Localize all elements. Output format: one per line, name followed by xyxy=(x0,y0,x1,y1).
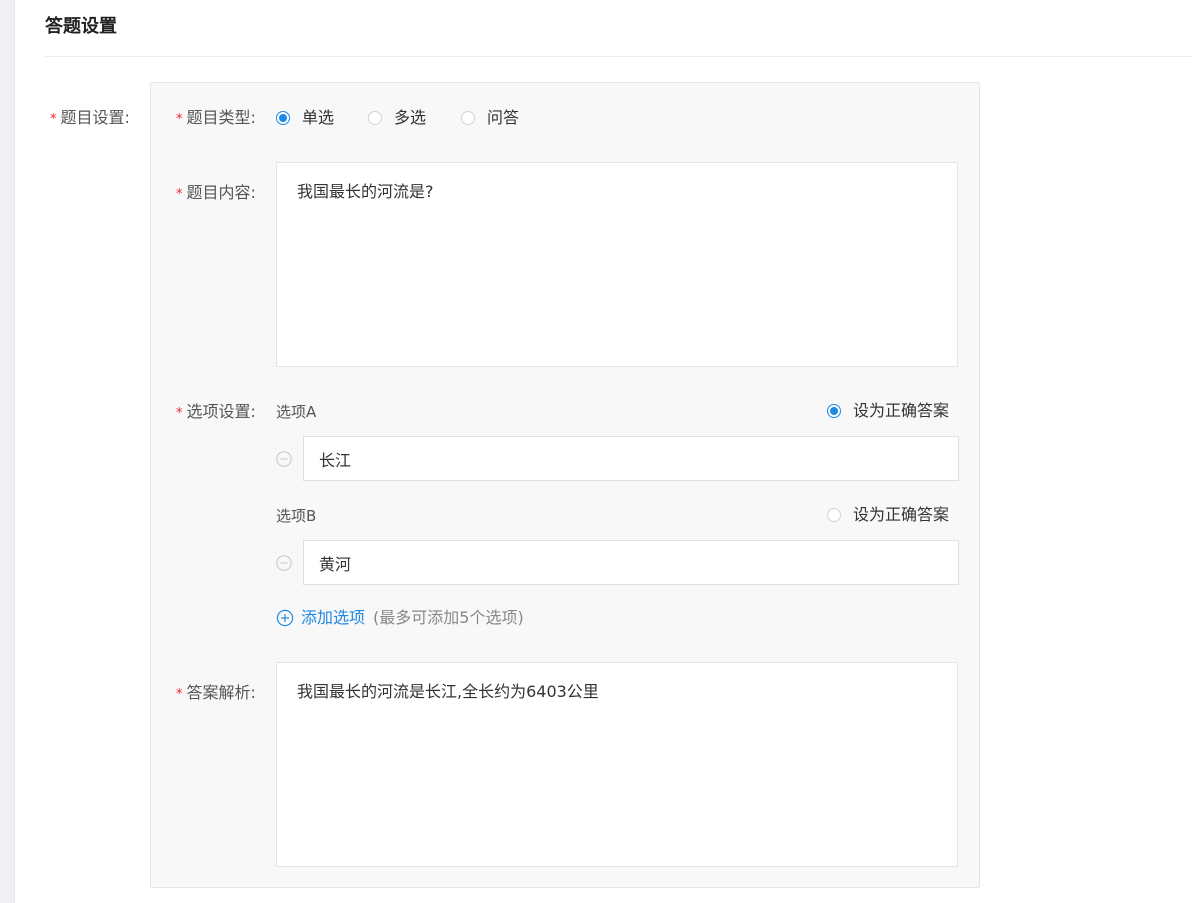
option-a-correct-radio[interactable]: 设为正确答案 xyxy=(827,400,949,422)
radio-dot xyxy=(276,111,290,125)
option-b-correct-radio[interactable]: 设为正确答案 xyxy=(827,504,949,526)
add-option-hint: (最多可添加5个选项) xyxy=(373,608,524,627)
required-star: * xyxy=(176,112,183,127)
radio-dot xyxy=(368,111,382,125)
add-option-row: 添加选项 (最多可添加5个选项) xyxy=(276,607,524,629)
option-b-input[interactable] xyxy=(303,540,959,585)
required-star: * xyxy=(176,406,183,421)
remove-option-a-icon[interactable] xyxy=(276,451,292,467)
radio-multiple-choice[interactable]: 多选 xyxy=(368,107,426,129)
option-a-title: 选项A xyxy=(276,403,317,421)
radio-single-choice[interactable]: 单选 xyxy=(276,107,334,129)
remove-option-b-icon[interactable] xyxy=(276,555,292,571)
question-settings-label: * 题目设置: xyxy=(50,108,130,127)
left-strip xyxy=(0,0,15,903)
add-option-link[interactable]: 添加选项 xyxy=(301,607,365,629)
option-settings-label: * 选项设置: xyxy=(176,402,256,421)
required-star: * xyxy=(176,187,183,202)
radio-dot xyxy=(827,404,841,418)
required-star: * xyxy=(50,112,57,127)
question-content-textarea[interactable]: 我国最长的河流是? xyxy=(276,162,958,367)
answer-analysis-textarea[interactable]: 我国最长的河流是长江,全长约为6403公里 xyxy=(276,662,958,867)
answer-analysis-label: * 答案解析: xyxy=(176,683,256,702)
title-divider xyxy=(45,56,1192,57)
radio-qa[interactable]: 问答 xyxy=(461,107,519,129)
radio-dot xyxy=(461,111,475,125)
section-title: 答题设置 xyxy=(45,16,117,37)
question-content-label: * 题目内容: xyxy=(176,183,256,202)
option-b-title: 选项B xyxy=(276,507,317,525)
plus-circle-icon[interactable] xyxy=(276,609,294,627)
question-type-label: * 题目类型: xyxy=(176,108,256,127)
option-a-input[interactable] xyxy=(303,436,959,481)
radio-dot xyxy=(827,508,841,522)
required-star: * xyxy=(176,687,183,702)
